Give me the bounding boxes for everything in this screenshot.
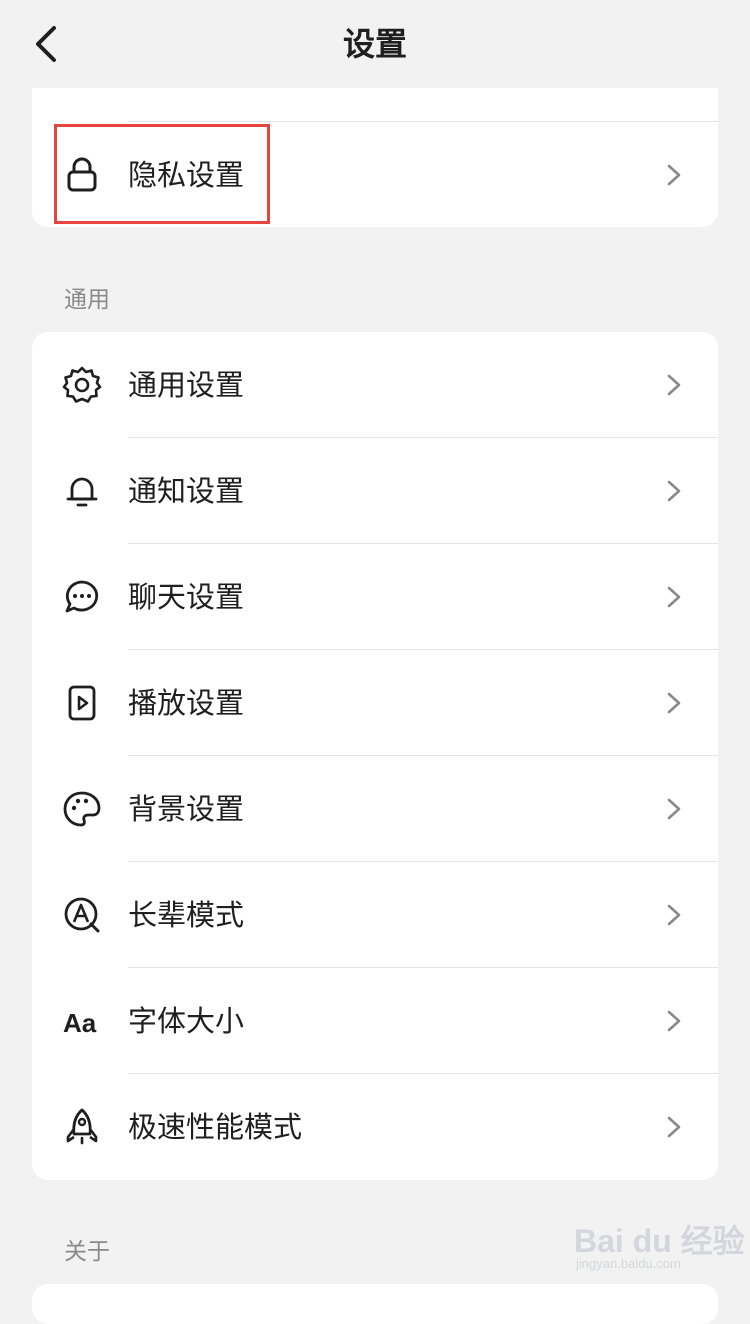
row-performance-mode[interactable]: 极速性能模式 bbox=[32, 1074, 718, 1180]
row-playback-settings[interactable]: 播放设置 bbox=[32, 650, 718, 756]
row-label: 聊天设置 bbox=[128, 580, 245, 614]
svg-text:Aa: Aa bbox=[63, 1008, 97, 1038]
chevron-right-icon bbox=[662, 902, 686, 928]
row-notification-settings[interactable]: 通知设置 bbox=[32, 438, 718, 544]
rocket-icon bbox=[62, 1107, 102, 1147]
row-general-settings[interactable]: 通用设置 bbox=[32, 332, 718, 438]
top-bar: 设置 bbox=[0, 0, 750, 88]
row-label: 通知设置 bbox=[128, 474, 245, 508]
palette-icon bbox=[62, 789, 102, 829]
row-label: 播放设置 bbox=[128, 686, 245, 720]
row-label: 极速性能模式 bbox=[128, 1110, 303, 1144]
baidu-watermark-logo: Bai du 经验 jingyan.baidu.com bbox=[574, 1210, 745, 1280]
highlight-box bbox=[54, 124, 270, 224]
about-card bbox=[32, 1284, 718, 1324]
page-title: 设置 bbox=[342, 25, 407, 63]
elder-mode-icon bbox=[62, 895, 102, 935]
row-background-settings[interactable]: 背景设置 bbox=[32, 756, 718, 862]
row-chat-settings[interactable]: 聊天设置 bbox=[32, 544, 718, 650]
chat-bubble-icon bbox=[62, 577, 102, 617]
bell-icon bbox=[62, 471, 102, 511]
chevron-right-icon bbox=[662, 584, 686, 610]
chevron-right-icon bbox=[662, 796, 686, 822]
section-label-general: 通用 bbox=[64, 287, 110, 313]
general-card: 通用设置 通知设置 聊天设置 播放设置 背景设置 长辈模式 Aa 字体大小 极速… bbox=[32, 332, 718, 1180]
row-label: 背景设置 bbox=[128, 792, 245, 826]
play-icon bbox=[62, 683, 102, 723]
row-label: 长辈模式 bbox=[128, 898, 245, 932]
chevron-right-icon bbox=[662, 478, 686, 504]
chevron-right-icon bbox=[662, 690, 686, 716]
watermark-sub-text: jingyan.baidu.com bbox=[576, 1256, 681, 1271]
chevron-right-icon bbox=[662, 162, 686, 188]
chevron-right-icon bbox=[662, 1114, 686, 1140]
chevron-right-icon bbox=[662, 372, 686, 398]
chevron-right-icon bbox=[662, 1008, 686, 1034]
row-font-size[interactable]: Aa 字体大小 bbox=[32, 968, 718, 1074]
row-label: 字体大小 bbox=[128, 1004, 245, 1038]
row-label: 通用设置 bbox=[128, 368, 245, 402]
gear-icon bbox=[62, 365, 102, 405]
row-elder-mode[interactable]: 长辈模式 bbox=[32, 862, 718, 968]
section-label-about: 关于 bbox=[64, 1239, 110, 1265]
font-size-icon: Aa bbox=[62, 1001, 102, 1041]
